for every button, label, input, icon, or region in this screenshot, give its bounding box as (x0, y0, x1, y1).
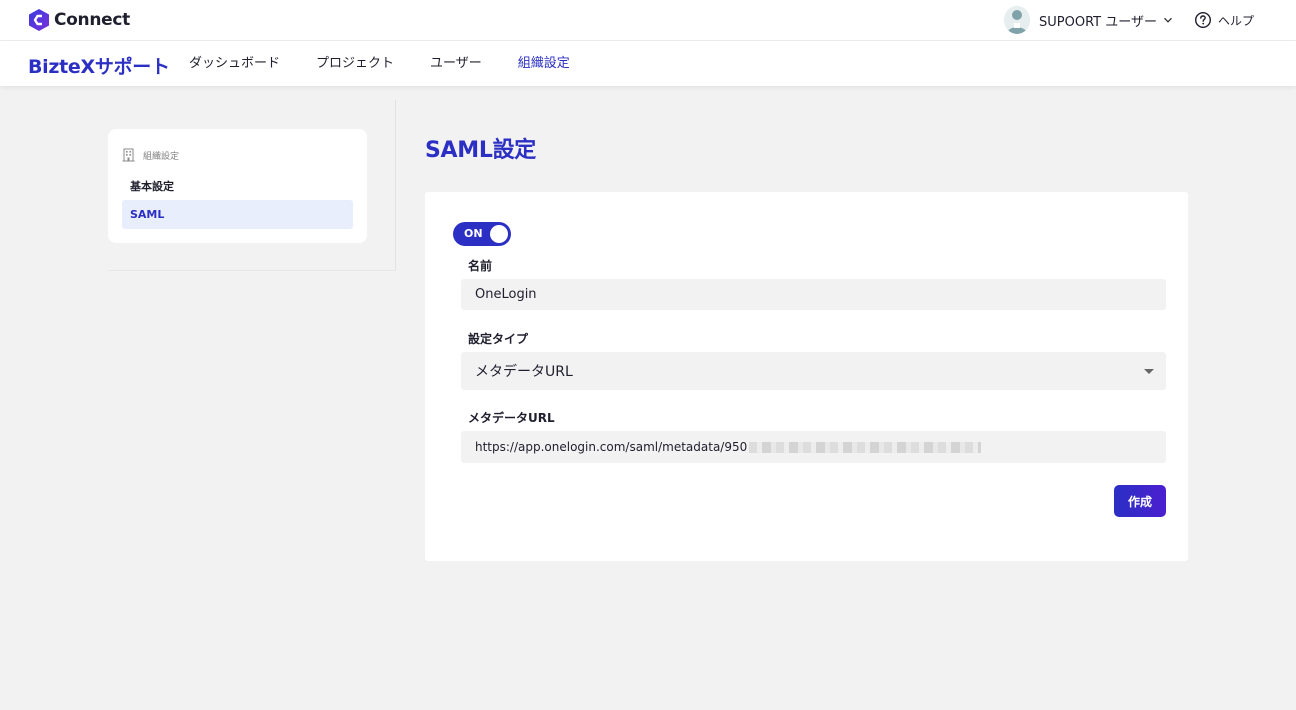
sidebar-section-title: 組織設定 (143, 151, 180, 162)
metadata-url-label: メタデータURL (468, 411, 555, 425)
sidebar-section-header: 組織設定 (122, 148, 179, 162)
toggle-knob (490, 225, 508, 243)
settings-sidebar: 組織設定 基本設定 SAML (108, 129, 367, 243)
user-menu[interactable]: SUPOORT ユーザー (1004, 6, 1173, 34)
nav-tabs: ダッシュボード プロジェクト ユーザー 組織設定 (189, 41, 606, 86)
app-logo[interactable]: Connect (28, 8, 130, 32)
saml-form-card: ON 名前 設定タイプ メタデータURL メタデータURL https://ap… (425, 192, 1188, 561)
metadata-url-input[interactable]: https://app.onelogin.com/saml/metadata/9… (461, 431, 1166, 463)
top-bar: Connect SUPOORT ユーザー ヘルプ (0, 0, 1296, 41)
sidebar-divider (395, 100, 396, 271)
logo-text: Connect (54, 10, 130, 30)
metadata-url-value: https://app.onelogin.com/saml/metadata/9… (475, 440, 748, 454)
sidebar-item-saml[interactable]: SAML (122, 200, 353, 229)
chevron-down-icon (1164, 17, 1172, 23)
setting-type-select[interactable]: メタデータURL (461, 352, 1166, 390)
tab-dashboard[interactable]: ダッシュボード (189, 41, 280, 86)
sidebar-item-basic-settings[interactable]: 基本設定 (122, 172, 353, 201)
help-circle-icon (1194, 11, 1212, 29)
setting-type-value: メタデータURL (475, 364, 573, 380)
tab-projects[interactable]: プロジェクト (316, 41, 394, 86)
help-label: ヘルプ (1218, 13, 1255, 28)
page-title: SAML設定 (425, 138, 536, 163)
logo-mark-icon (29, 9, 49, 31)
avatar-icon (1004, 6, 1030, 34)
toggle-label: ON (464, 227, 483, 240)
saml-enable-toggle[interactable]: ON (453, 222, 511, 246)
help-link[interactable]: ヘルプ (1194, 11, 1254, 29)
building-icon (122, 148, 135, 162)
tab-organization-settings[interactable]: 組織設定 (518, 41, 570, 86)
organization-brand[interactable]: BizteXサポート (28, 52, 170, 79)
redacted-blur (749, 441, 982, 453)
name-input[interactable] (475, 287, 1166, 302)
caret-down-icon (1144, 369, 1154, 374)
user-name: SUPOORT ユーザー (1039, 14, 1157, 30)
name-label: 名前 (468, 259, 493, 273)
tab-users[interactable]: ユーザー (430, 41, 482, 86)
nav-bar: BizteXサポート ダッシュボード プロジェクト ユーザー 組織設定 (0, 41, 1296, 86)
create-button[interactable]: 作成 (1114, 485, 1166, 517)
sidebar-bottom-divider (108, 270, 396, 271)
name-field-wrapper (461, 279, 1166, 310)
setting-type-label: 設定タイプ (468, 332, 529, 346)
